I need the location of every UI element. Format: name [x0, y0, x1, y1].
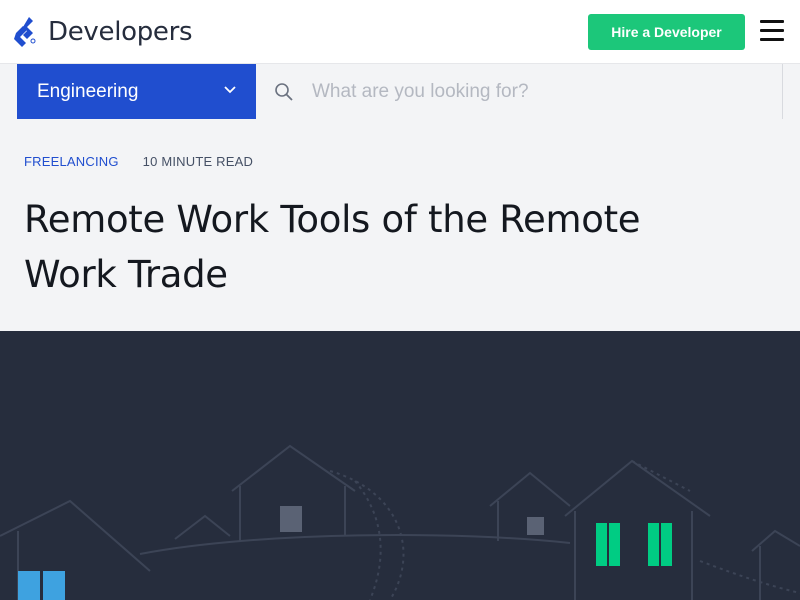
brand-name: Developers [48, 17, 193, 47]
brand-logo[interactable]: Developers [14, 16, 193, 48]
category-dropdown[interactable]: Engineering [17, 64, 256, 119]
article-meta: FREELANCING 10 MINUTE READ [24, 154, 253, 169]
search-input[interactable] [312, 74, 762, 110]
chevron-down-icon [224, 86, 236, 94]
article-title-line-1: Remote Work Tools of the Remote [24, 198, 641, 241]
search-box [256, 64, 783, 119]
right-center-house-window [527, 517, 544, 535]
article-header: FREELANCING 10 MINUTE READ Remote Work T… [0, 120, 800, 331]
center-house-window [280, 506, 302, 532]
category-dropdown-label: Engineering [37, 80, 139, 102]
hire-developer-button[interactable]: Hire a Developer [588, 14, 745, 50]
houses-illustration [0, 444, 800, 600]
article-title: Remote Work Tools of the Remote Work Tra… [24, 192, 744, 302]
green-window-right [648, 523, 672, 566]
search-icon [275, 83, 293, 101]
hamburger-menu-icon[interactable] [760, 20, 784, 42]
filter-bar: Engineering [0, 64, 800, 120]
article-title-line-2: Work Trade [24, 253, 228, 296]
green-window-left [596, 523, 620, 566]
toptal-logo-icon [14, 17, 36, 47]
read-time: 10 MINUTE READ [142, 154, 254, 169]
blue-window [18, 571, 65, 600]
top-navigation: Developers Hire a Developer [0, 0, 800, 64]
hero-illustration [0, 331, 800, 600]
article-category-link[interactable]: FREELANCING [24, 154, 119, 169]
